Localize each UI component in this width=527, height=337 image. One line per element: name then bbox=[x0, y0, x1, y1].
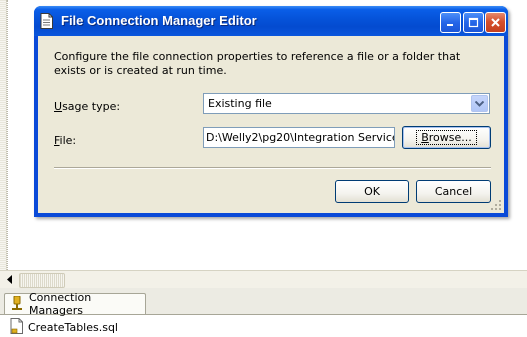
ok-button[interactable]: OK bbox=[335, 180, 409, 203]
left-panel-edge bbox=[0, 0, 7, 270]
document-icon bbox=[40, 13, 54, 29]
dialog-description: Configure the file connection properties… bbox=[54, 50, 461, 77]
maximize-button[interactable] bbox=[463, 12, 484, 33]
close-icon bbox=[491, 18, 500, 27]
minimize-icon bbox=[447, 24, 453, 26]
connection-manager-icon bbox=[11, 295, 23, 313]
maximize-icon bbox=[468, 17, 479, 28]
minimize-button[interactable] bbox=[440, 12, 461, 33]
left-panel-divider bbox=[7, 0, 10, 270]
chevron-down-icon[interactable] bbox=[471, 95, 488, 112]
scroll-left-arrow-icon[interactable] bbox=[2, 272, 17, 287]
cancel-button[interactable]: Cancel bbox=[416, 180, 491, 203]
file-connection-manager-dialog: File Connection Manager Editor Configure… bbox=[34, 6, 508, 217]
file-connection-icon bbox=[10, 318, 24, 337]
horizontal-scrollbar[interactable] bbox=[0, 270, 527, 288]
resize-grip-icon[interactable] bbox=[491, 200, 501, 210]
usage-type-label: Usage type: bbox=[54, 100, 121, 113]
file-path-value: D:\Welly2\pg20\Integration Services\F bbox=[206, 131, 395, 144]
dialog-title: File Connection Manager Editor bbox=[61, 13, 257, 28]
usage-type-value: Existing file bbox=[208, 97, 272, 110]
list-item[interactable]: CreateTables.sql bbox=[10, 318, 118, 337]
browse-button-label: Browse... bbox=[416, 130, 477, 145]
title-bar[interactable]: File Connection Manager Editor bbox=[34, 6, 508, 36]
scrollbar-track[interactable] bbox=[66, 273, 525, 286]
close-button[interactable] bbox=[485, 12, 506, 33]
tab-label: Connection Managers bbox=[29, 291, 92, 317]
usage-type-select[interactable]: Existing file bbox=[203, 93, 490, 114]
tab-connection-managers[interactable]: Connection Managers bbox=[4, 291, 146, 317]
list-item-label: CreateTables.sql bbox=[28, 321, 118, 334]
browse-button[interactable]: Browse... bbox=[402, 126, 491, 149]
dialog-body: Configure the file connection properties… bbox=[38, 36, 504, 213]
separator bbox=[54, 167, 491, 169]
connection-managers-tabstrip: Connection Managers bbox=[0, 288, 527, 317]
connection-managers-panel: Connection Managers CreateTables.sql bbox=[0, 288, 527, 337]
file-path-field[interactable]: D:\Welly2\pg20\Integration Services\F bbox=[203, 127, 395, 148]
scrollbar-thumb[interactable] bbox=[19, 273, 65, 288]
file-label: File: bbox=[54, 134, 77, 147]
